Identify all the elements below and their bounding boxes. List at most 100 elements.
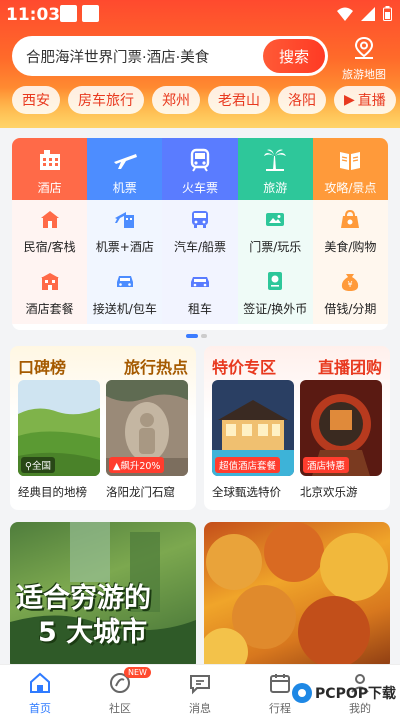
food-bag-icon xyxy=(341,209,360,228)
plane-hotel-icon xyxy=(114,212,134,228)
promo-caption: 洛阳龙门石窟 xyxy=(106,485,175,499)
status-bar: 11:03 xyxy=(0,0,400,30)
promo-tag-text: 全国 xyxy=(31,461,51,472)
page-dot xyxy=(201,334,207,338)
live-icon: ▶ xyxy=(344,92,355,108)
chip-live[interactable]: ▶ 直播 xyxy=(334,86,396,114)
service-loan-installment[interactable]: ¥ 借钱/分期 xyxy=(312,262,388,324)
service-hotel[interactable]: 酒店 xyxy=(12,138,88,200)
train-icon xyxy=(190,148,210,172)
search-button[interactable]: 搜索 xyxy=(263,39,325,73)
chip-destination[interactable]: 老君山 xyxy=(208,86,270,114)
service-food-shopping-label: 美食/购物 xyxy=(324,240,377,254)
feed-card-budget-cities[interactable]: 适合穷游的 5 大城市 xyxy=(10,522,196,670)
service-tickets[interactable]: 门票/玩乐 xyxy=(237,200,313,262)
palm-icon xyxy=(264,149,287,171)
calendar-icon xyxy=(270,674,290,693)
promo-title-deals[interactable]: 特价专区 xyxy=(212,354,276,378)
hotel-icon xyxy=(39,150,60,170)
tab-home-label: 首页 xyxy=(29,702,51,715)
battery-icon xyxy=(383,6,392,21)
service-visa-exchange[interactable]: 签证/换外币 xyxy=(237,262,313,324)
service-car-rental[interactable]: 租车 xyxy=(162,262,238,324)
promo-card-ranking: 口碑榜 旅行热点 ⚲全国 ▲飙升20% 经典目的地榜 洛阳龙门石窟 xyxy=(10,346,196,510)
service-airport-transfer-label: 接送机/包车 xyxy=(92,302,157,316)
svg-text:¥: ¥ xyxy=(348,280,353,289)
tab-community[interactable]: NEW 社区 xyxy=(80,665,160,720)
service-flight-hotel-label: 机票+酒店 xyxy=(95,240,154,254)
hotel-package-icon xyxy=(40,273,59,290)
service-homestay[interactable]: 民宿/客栈 xyxy=(12,200,88,262)
service-bus-ship-label: 汽车/船票 xyxy=(173,240,227,254)
feed-title-line1: 适合穷游的 xyxy=(16,583,151,614)
promo-card-deals: 特价专区 直播团购 超值酒店套餐 酒店特惠 全球甄选特价 北京欢乐游 xyxy=(204,346,390,510)
promo-tag: ▲飙升20% xyxy=(109,457,165,473)
page-dot-active xyxy=(186,334,198,338)
service-homestay-label: 民宿/客栈 xyxy=(23,240,76,254)
home-icon xyxy=(30,672,50,693)
service-visa-exchange-label: 签证/换外币 xyxy=(243,302,308,316)
message-icon xyxy=(190,675,210,695)
watermark: PCPOP下载 xyxy=(291,682,396,704)
promo-title-ranking[interactable]: 口碑榜 xyxy=(18,354,66,378)
feed-title-line2: 5 大城市 xyxy=(38,616,148,648)
ticket-icon xyxy=(266,213,285,226)
tab-messages[interactable]: 消息 xyxy=(160,665,240,720)
promo-caption: 全球甄选特价 xyxy=(212,485,281,499)
promo-title-live-group[interactable]: 直播团购 xyxy=(318,354,382,378)
service-hotel-package[interactable]: 酒店套餐 xyxy=(12,262,88,324)
promo-caption: 北京欢乐游 xyxy=(300,485,358,499)
status-time: 11:03 xyxy=(6,5,61,25)
map-pin-icon xyxy=(354,36,374,59)
travel-map-button[interactable]: 旅游地图 xyxy=(334,36,394,81)
service-loan-installment-label: 借钱/分期 xyxy=(324,302,377,316)
service-train-label: 火车票 xyxy=(182,181,219,195)
promo-thumb-longmen[interactable]: ▲飙升20% xyxy=(106,380,188,476)
service-grid: 酒店 机票 火车票 旅游 攻略/景点 民宿/客栈 机票+酒店 汽车/船票 门票/… xyxy=(12,138,388,330)
notification-icon xyxy=(60,5,77,22)
service-airport-transfer[interactable]: 接送机/包车 xyxy=(87,262,163,324)
header: 11:03 合肥海洋世界门票·酒店·美食 搜索 旅游地图 西安 房车旅行 郑州 … xyxy=(0,0,400,128)
search-bar[interactable]: 合肥海洋世界门票·酒店·美食 搜索 xyxy=(12,36,328,76)
rental-car-icon xyxy=(191,277,209,287)
promo-tag: 酒店特惠 xyxy=(303,457,350,473)
service-flight[interactable]: 机票 xyxy=(87,138,163,200)
chip-destination[interactable]: 洛阳 xyxy=(278,86,326,114)
travel-map-label: 旅游地图 xyxy=(342,68,386,81)
watermark-text: PCPOP下载 xyxy=(315,686,396,702)
feed-card-autumn-forest[interactable] xyxy=(204,522,390,670)
wifi-icon xyxy=(337,7,353,21)
promo-title-hotspots[interactable]: 旅行热点 xyxy=(124,354,188,378)
service-travel[interactable]: 旅游 xyxy=(237,138,313,200)
car-icon xyxy=(116,276,133,287)
search-input[interactable]: 合肥海洋世界门票·酒店·美食 xyxy=(12,46,263,67)
new-badge: NEW xyxy=(124,667,151,678)
chip-destination[interactable]: 郑州 xyxy=(152,86,200,114)
visa-icon xyxy=(268,272,283,290)
service-hotel-label: 酒店 xyxy=(37,181,62,195)
book-icon xyxy=(340,152,361,170)
service-tickets-label: 门票/玩乐 xyxy=(249,240,302,254)
promo-thumb-grassland[interactable]: ⚲全国 xyxy=(18,380,100,476)
location-icon: ⚲ xyxy=(25,461,32,472)
promo-tag: ⚲全国 xyxy=(21,457,55,473)
pcpop-logo-icon xyxy=(292,683,313,703)
chip-live-label: 直播 xyxy=(357,93,386,109)
house-icon xyxy=(40,211,59,228)
promo-tag: 超值酒店套餐 xyxy=(215,457,281,473)
service-train[interactable]: 火车票 xyxy=(162,138,238,200)
hot-destination-chips: 西安 房车旅行 郑州 老君山 洛阳 ▶ 直播 xyxy=(0,86,400,116)
promo-thumb-hotel[interactable]: 超值酒店套餐 xyxy=(212,380,294,476)
signal-icon xyxy=(361,6,375,21)
promo-thumb-beijing[interactable]: 酒店特惠 xyxy=(300,380,382,476)
service-bus-ship[interactable]: 汽车/船票 xyxy=(162,200,238,262)
service-food-shopping[interactable]: 美食/购物 xyxy=(312,200,388,262)
service-guide-label: 攻略/景点 xyxy=(324,181,377,195)
service-travel-label: 旅游 xyxy=(263,181,288,195)
plane-icon xyxy=(113,154,137,169)
service-flight-hotel[interactable]: 机票+酒店 xyxy=(87,200,163,262)
chip-destination[interactable]: 房车旅行 xyxy=(68,86,144,114)
chip-destination[interactable]: 西安 xyxy=(12,86,60,114)
service-guide[interactable]: 攻略/景点 xyxy=(312,138,388,200)
tab-home[interactable]: 首页 xyxy=(0,665,80,720)
